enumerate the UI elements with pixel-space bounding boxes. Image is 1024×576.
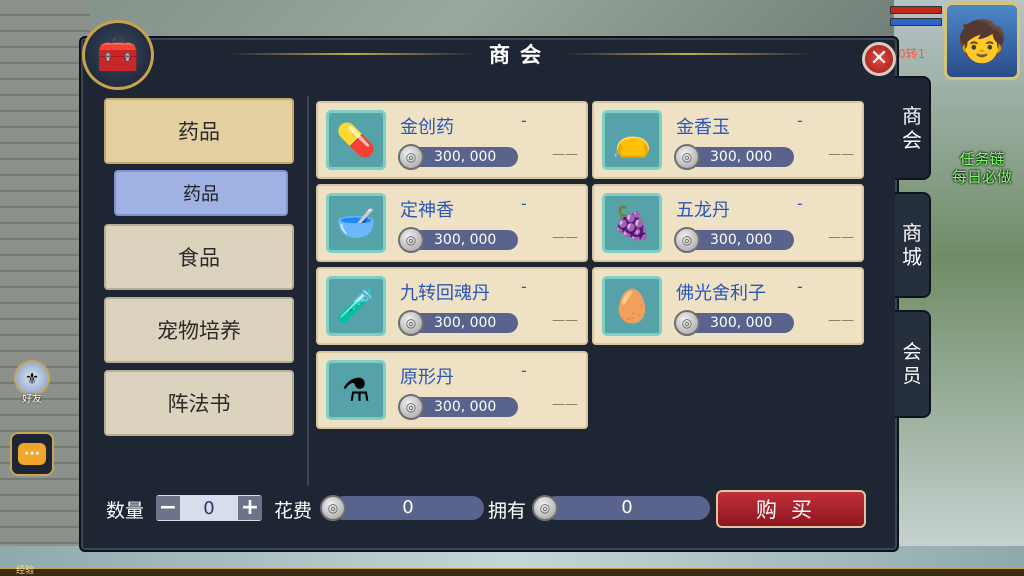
item-extra: —— (828, 313, 854, 328)
red-pouch-icon: 👝 (602, 110, 662, 170)
mp-bar (890, 18, 942, 26)
item-extra: —— (552, 230, 578, 245)
item-dash: - (521, 194, 527, 213)
close-icon: ✕ (869, 46, 889, 71)
item-dash: - (521, 361, 527, 380)
tab-label: 商 会 (902, 104, 922, 152)
category-label: 阵法书 (167, 392, 231, 416)
item-name: 五龙丹 (676, 200, 730, 221)
tab-huiyuan[interactable]: 会员 (895, 310, 931, 418)
exp-bar (0, 568, 1024, 576)
level-label: 0转1 (898, 47, 926, 61)
item-dash: - (797, 194, 803, 213)
silver-coin-icon: ◎ (674, 310, 700, 336)
category-medicine[interactable]: 药品 (104, 98, 294, 164)
quantity-stepper: − 0 + (156, 495, 262, 521)
quantity-input[interactable]: 0 (180, 498, 238, 519)
item-name: 金创药 (400, 117, 454, 138)
item-dash: - (797, 111, 803, 130)
cost-label: 花费 (274, 500, 313, 522)
silver-coin-icon: ◎ (398, 144, 424, 170)
silver-coin-icon: ◎ (398, 227, 424, 253)
category-label: 药品 (178, 120, 220, 144)
category-formation-book[interactable]: 阵法书 (104, 370, 294, 436)
item-dash: - (797, 277, 803, 296)
tab-label: 商 城 (902, 221, 922, 269)
hp-bar (890, 6, 942, 14)
owned-label: 拥有 (488, 500, 527, 522)
shop-item[interactable]: 🧪 九转回魂丹 - 300, 000 ◎ —— (316, 267, 588, 345)
shop-item[interactable]: 👝 金香玉 - 300, 000 ◎ —— (592, 101, 864, 179)
owned-value: 0 (544, 496, 710, 520)
exp-label: 经验 (16, 566, 35, 576)
item-extra: —— (552, 147, 578, 162)
blue-flask-icon: ⚗ (326, 360, 386, 420)
five-dragon-pill-icon: 🍇 (602, 193, 662, 253)
silver-coin-icon: ◎ (398, 394, 424, 420)
page-title: 商会 (489, 43, 551, 67)
item-name: 九转回魂丹 (400, 283, 490, 304)
quest-chain-label: 任务链 (959, 150, 1005, 168)
quest-chain-button[interactable]: 任务链 每日必做 (940, 150, 1024, 186)
title-ornament-left (228, 53, 475, 55)
quantity-label: 数量 (106, 500, 145, 522)
friend-label: 好友 (22, 394, 42, 405)
item-extra: —— (828, 147, 854, 162)
hero-avatar-icon: 🧒 (957, 18, 1007, 65)
title-row: 商会 (214, 40, 826, 68)
shop-item[interactable]: 🥣 定神香 - 300, 000 ◎ —— (316, 184, 588, 262)
minus-button[interactable]: − (156, 496, 180, 520)
medicine-box-icon: 💊 (326, 110, 386, 170)
silver-coin-icon: ◎ (320, 495, 346, 521)
item-name: 定神香 (400, 200, 454, 221)
chat-button[interactable]: ··· (10, 432, 54, 476)
player-portrait[interactable]: 🧒 (944, 2, 1020, 80)
item-extra: —— (828, 230, 854, 245)
treasure-chest-icon: 🧰 (82, 20, 154, 90)
item-name: 金香玉 (676, 117, 730, 138)
category-food[interactable]: 食品 (104, 224, 294, 290)
shop-item[interactable]: ⚗ 原形丹 - 300, 000 ◎ —— (316, 351, 588, 429)
potion-bottle-icon: 🧪 (326, 276, 386, 336)
category-label: 宠物培养 (157, 319, 241, 343)
silver-coin-icon: ◎ (398, 310, 424, 336)
chat-icon: ··· (18, 443, 46, 465)
incense-bowl-icon: 🥣 (326, 193, 386, 253)
silver-coin-icon: ◎ (674, 227, 700, 253)
shop-item[interactable]: 🍇 五龙丹 - 300, 000 ◎ —— (592, 184, 864, 262)
silver-coin-icon: ◎ (674, 144, 700, 170)
item-name: 佛光舍利子 (676, 283, 766, 304)
subcategory-label: 药品 (183, 184, 219, 205)
category-pet-training[interactable]: 宠物培养 (104, 297, 294, 363)
shop-item[interactable]: 🥚 佛光舍利子 - 300, 000 ◎ —— (592, 267, 864, 345)
plus-button[interactable]: + (238, 496, 262, 520)
tab-label: 会员 (902, 341, 922, 387)
divider (307, 96, 309, 486)
close-button[interactable]: ✕ (862, 42, 896, 76)
tab-shangcheng[interactable]: 商 城 (895, 192, 931, 298)
item-extra: —— (552, 397, 578, 412)
cost-value: 0 (332, 496, 484, 520)
title-ornament-right (565, 53, 812, 55)
background-wall (0, 0, 90, 576)
buy-button[interactable]: 购买 (716, 490, 866, 528)
item-dash: - (521, 277, 527, 296)
category-label: 食品 (178, 246, 220, 270)
daily-label: 每日必做 (951, 168, 1012, 186)
shop-item[interactable]: 💊 金创药 - 300, 000 ◎ —— (316, 101, 588, 179)
item-extra: —— (552, 313, 578, 328)
item-dash: - (521, 111, 527, 130)
silver-coin-icon: ◎ (532, 495, 558, 521)
relic-box-icon: 🥚 (602, 276, 662, 336)
subcategory-medicine[interactable]: 药品 (114, 170, 288, 216)
tab-shanghui[interactable]: 商 会 (895, 76, 931, 180)
item-name: 原形丹 (400, 367, 454, 388)
